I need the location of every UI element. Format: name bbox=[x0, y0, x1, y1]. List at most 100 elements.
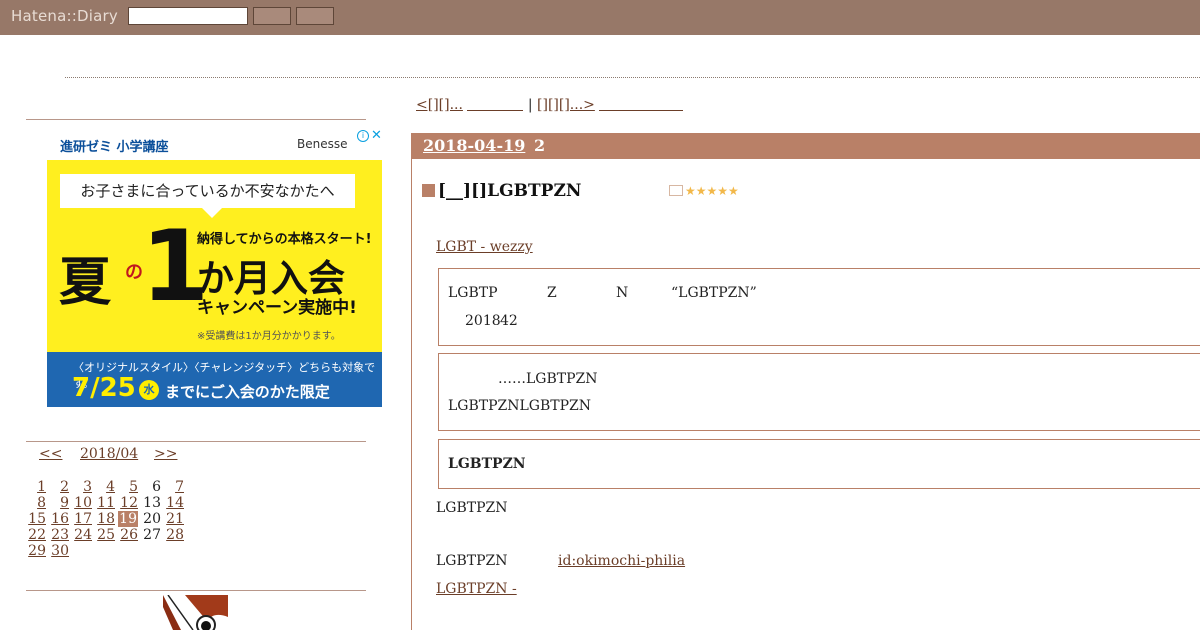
calendar-next-link[interactable]: >> bbox=[154, 446, 177, 462]
quote1-year: 2018 bbox=[465, 313, 501, 329]
top-bar: Hatena::Diary bbox=[0, 0, 1200, 35]
blockquote-3: LGBTPZN bbox=[438, 439, 1200, 489]
calendar-day[interactable]: 30 bbox=[46, 543, 69, 559]
calendar-prev-link[interactable]: << bbox=[39, 446, 62, 462]
ad-bubble-text: お子さまに合っているか不安なかたへ bbox=[60, 174, 355, 208]
calendar-day[interactable]: 18 bbox=[92, 511, 115, 527]
date-header: 2018-04-19 2 bbox=[411, 133, 1200, 159]
calendar-day[interactable]: 7 bbox=[161, 479, 184, 495]
calendar-day[interactable]: 8 bbox=[23, 495, 46, 511]
calendar-day[interactable]: 25 bbox=[92, 527, 115, 543]
secondary-button[interactable] bbox=[296, 7, 334, 25]
calendar-day[interactable]: 9 bbox=[46, 495, 69, 511]
calendar-day-link[interactable]: 2 bbox=[60, 479, 69, 495]
ad-campaign-text: キャンペーン実施中! bbox=[197, 298, 357, 318]
star-rating[interactable]: ★★★★★ bbox=[669, 184, 739, 198]
entry-title-text[interactable]: [__][]LGBTPZN bbox=[438, 181, 581, 201]
calendar-day[interactable]: 29 bbox=[23, 543, 46, 559]
site-logo[interactable]: Hatena::Diary bbox=[11, 7, 118, 25]
ad-footer-date: 7/25 bbox=[72, 373, 136, 403]
calendar-month-link[interactable]: 2018/04 bbox=[80, 446, 138, 462]
paragraph-1: LGBTPZN bbox=[436, 500, 508, 516]
calendar-day[interactable]: 26 bbox=[115, 527, 138, 543]
calendar-day[interactable]: 28 bbox=[161, 527, 184, 543]
calendar-day[interactable]: 23 bbox=[46, 527, 69, 543]
calendar-day[interactable]: 2 bbox=[46, 479, 69, 495]
entry-title: [__][]LGBTPZN bbox=[422, 181, 581, 201]
calendar-day-link[interactable]: 21 bbox=[166, 511, 184, 527]
source-link-text[interactable]: LGBT - wezzy bbox=[436, 239, 533, 255]
calendar-day-link[interactable]: 16 bbox=[51, 511, 69, 527]
ad-tagline: 納得してからの本格スタート! bbox=[197, 232, 372, 247]
ad-info-icon[interactable]: i bbox=[357, 130, 369, 142]
calendar-day[interactable]: 24 bbox=[69, 527, 92, 543]
calendar-day-link[interactable]: 15 bbox=[28, 511, 46, 527]
calendar-day-today[interactable]: 19 bbox=[118, 511, 138, 527]
calendar-day[interactable]: 11 bbox=[92, 495, 115, 511]
calendar-day[interactable]: 19 bbox=[115, 511, 138, 527]
calendar-day-link[interactable]: 18 bbox=[97, 511, 115, 527]
date-link[interactable]: 2018-04-19 bbox=[423, 136, 525, 155]
calendar-day-link[interactable]: 5 bbox=[129, 479, 138, 495]
quote1-rest: 42 bbox=[500, 313, 518, 329]
calendar-day-link[interactable]: 8 bbox=[37, 495, 46, 511]
calendar-day-link[interactable]: 9 bbox=[60, 495, 69, 511]
calendar-day[interactable]: 1 bbox=[23, 479, 46, 495]
ad-title: 進研ゼミ 小学講座 bbox=[60, 140, 169, 155]
advertisement-banner[interactable]: 進研ゼミ 小学講座 Benesse i ✕ お子さまに合っているか不安なかたへ … bbox=[47, 128, 382, 407]
calendar-day-link[interactable]: 3 bbox=[83, 479, 92, 495]
calendar-day-text: 20 bbox=[143, 511, 161, 527]
calendar-day-link[interactable]: 28 bbox=[166, 527, 184, 543]
next-entry-link[interactable]: [][][]...> bbox=[537, 97, 595, 113]
search-button[interactable] bbox=[253, 7, 291, 25]
prev-entry-link[interactable]: <[][]... bbox=[416, 97, 463, 113]
ad-footer-weekday: 水 bbox=[139, 380, 159, 400]
title-square-icon[interactable] bbox=[422, 184, 435, 197]
pager-separator: | bbox=[527, 97, 533, 113]
paragraph-2: LGBTPZN bbox=[436, 553, 508, 569]
calendar-day[interactable]: 14 bbox=[161, 495, 184, 511]
calendar-day[interactable]: 16 bbox=[46, 511, 69, 527]
quote2-line1: ……LGBTPZN bbox=[498, 371, 598, 387]
bottom-link[interactable]: LGBTPZN - bbox=[436, 581, 613, 597]
add-star-icon[interactable] bbox=[669, 185, 683, 196]
calendar-day-link[interactable]: 26 bbox=[120, 527, 138, 543]
calendar-day[interactable]: 4 bbox=[92, 479, 115, 495]
calendar-day-link[interactable]: 14 bbox=[166, 495, 184, 511]
calendar-day[interactable]: 3 bbox=[69, 479, 92, 495]
calendar-day-link[interactable]: 10 bbox=[74, 495, 92, 511]
calendar-day-link[interactable]: 4 bbox=[106, 479, 115, 495]
calendar-day[interactable]: 5 bbox=[115, 479, 138, 495]
calendar-day-link[interactable]: 24 bbox=[74, 527, 92, 543]
calendar-day-link[interactable]: 29 bbox=[28, 543, 46, 559]
calendar-day-link[interactable]: 12 bbox=[120, 495, 138, 511]
calendar-day[interactable]: 17 bbox=[69, 511, 92, 527]
ad-close-icon[interactable]: ✕ bbox=[371, 128, 382, 143]
bottom-link-text[interactable]: LGBTPZN - bbox=[436, 581, 517, 597]
calendar-day: 27 bbox=[138, 527, 161, 543]
calendar-day-link[interactable]: 25 bbox=[97, 527, 115, 543]
quote3-text: LGBTPZN bbox=[448, 456, 526, 472]
calendar-day[interactable]: 15 bbox=[23, 511, 46, 527]
calendar-day-link[interactable]: 7 bbox=[175, 479, 184, 495]
calendar-day[interactable]: 10 bbox=[69, 495, 92, 511]
calendar-day[interactable]: 21 bbox=[161, 511, 184, 527]
calendar-day-link[interactable]: 22 bbox=[28, 527, 46, 543]
calendar-day[interactable]: 22 bbox=[23, 527, 46, 543]
entry-pager: <[][]... | [][][]...> bbox=[416, 97, 684, 113]
calendar-day[interactable]: 12 bbox=[115, 495, 138, 511]
quote1-part-c: N bbox=[616, 285, 629, 301]
calendar-day-link[interactable]: 23 bbox=[51, 527, 69, 543]
source-link[interactable]: LGBT - wezzy bbox=[436, 239, 733, 255]
stars-text[interactable]: ★★★★★ bbox=[685, 184, 739, 198]
calendar-day: 20 bbox=[138, 511, 161, 527]
prev-link-underline bbox=[467, 110, 524, 111]
user-id-link[interactable]: id:okimochi-philia bbox=[558, 553, 685, 569]
calendar-day-link[interactable]: 11 bbox=[97, 495, 115, 511]
calendar-day-link[interactable]: 17 bbox=[74, 511, 92, 527]
calendar-day-link[interactable]: 1 bbox=[37, 479, 46, 495]
blockquote-1: LGBTP Z N “LGBTPZN” 2018 42 bbox=[438, 268, 1200, 346]
ad-brand-logo: Benesse bbox=[297, 137, 348, 151]
calendar-day-link[interactable]: 30 bbox=[51, 543, 69, 559]
search-input[interactable] bbox=[128, 7, 248, 25]
